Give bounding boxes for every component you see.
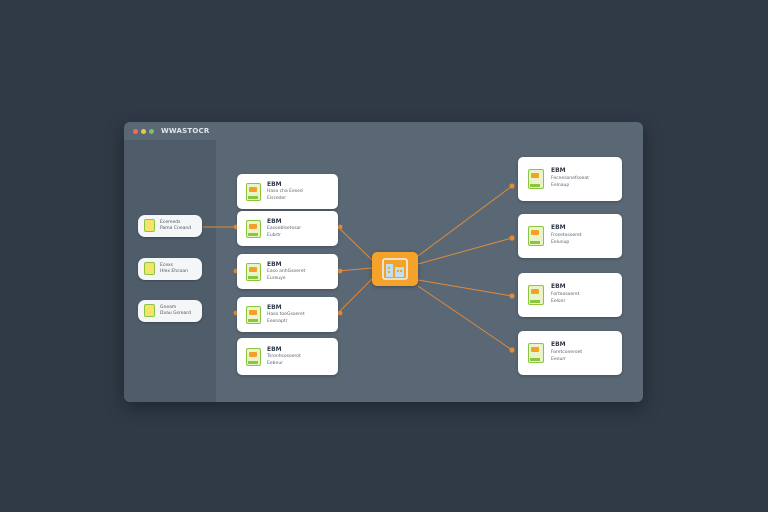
- node-line2: Eelunup: [551, 240, 570, 245]
- document-icon: [528, 169, 544, 189]
- title-bar: WWASTOCR: [124, 122, 643, 140]
- node-line1: Forteosoeret: [551, 292, 580, 297]
- node-title: EBM: [551, 341, 566, 348]
- document-icon: [246, 263, 261, 281]
- sidebar-item[interactable]: Ecemeds Pama Cneand: [138, 215, 202, 237]
- sidebar-item-label: Ecemeds: [160, 220, 181, 225]
- right-node[interactable]: EBM Frosetosoeret Eelunup: [518, 214, 622, 258]
- sidebar-item[interactable]: Ecexs Hlex Ehcoan: [138, 258, 202, 280]
- node-line1: Easoeblsetosar: [267, 226, 302, 231]
- hub-node[interactable]: [372, 252, 418, 286]
- document-icon: [528, 343, 544, 363]
- close-dot[interactable]: [133, 128, 138, 134]
- left-node[interactable]: EBM Easoeblsetosar Eubrtr: [237, 211, 338, 246]
- file-icon: [144, 262, 155, 275]
- document-icon: [528, 226, 544, 246]
- left-node[interactable]: EBM Haso toeGsoeret Eeonaptr: [237, 297, 338, 332]
- sidebar-item-label: Ecexs: [160, 263, 174, 268]
- node-line1: Frosetosoeret: [551, 233, 582, 238]
- node-title: EBM: [551, 283, 566, 290]
- node-title: EBM: [267, 181, 282, 188]
- node-line2: Eisceder: [267, 196, 287, 201]
- node-line1: Tsronhsosoerot: [267, 354, 301, 359]
- minimize-dot[interactable]: [141, 128, 146, 134]
- node-line2: Eeonaptr: [267, 319, 288, 324]
- file-icon: [144, 219, 155, 232]
- document-icon: [246, 183, 261, 201]
- node-line2: Eubrtr: [267, 233, 282, 238]
- file-icon: [144, 304, 155, 317]
- sidebar-item[interactable]: Gneam Dvau Gsreard: [138, 300, 202, 322]
- node-title: EBM: [267, 261, 282, 268]
- sidebar-item-sublabel: Pama Cneand: [160, 226, 192, 231]
- node-line1: Haso toeGsoeret: [267, 312, 305, 317]
- node-title: EBM: [267, 218, 282, 225]
- left-node[interactable]: EBM Tsronhsosoerot Eebnur: [237, 338, 338, 375]
- node-line2: Eebnur: [267, 361, 284, 366]
- node-line2: Eureuye: [267, 276, 286, 281]
- node-line1: Easo anhGsoeret: [267, 269, 306, 274]
- node-line1: Fecnesonefsoeat: [551, 176, 589, 181]
- document-icon: [246, 306, 261, 324]
- node-line1: Haso cha Eesed: [267, 189, 303, 194]
- node-line2: Eenurr: [551, 357, 566, 362]
- node-title: EBM: [267, 304, 282, 311]
- node-line2: Eelnaup: [551, 183, 570, 188]
- maximize-dot[interactable]: [149, 128, 154, 134]
- node-line2: Eelonr: [551, 299, 566, 304]
- sidebar-item-sublabel: Dvau Gsreard: [160, 311, 191, 316]
- window-title: WWASTOCR: [161, 127, 210, 135]
- right-node[interactable]: EBM Forteosoeret Eelonr: [518, 273, 622, 317]
- node-title: EBM: [551, 167, 566, 174]
- document-icon: [246, 220, 261, 238]
- building-icon: [382, 258, 408, 280]
- sidebar-item-label: Gneam: [160, 305, 177, 310]
- right-node[interactable]: EBM Faretconeroet Eenurr: [518, 331, 622, 375]
- node-line1: Faretconeroet: [551, 350, 583, 355]
- document-icon: [528, 285, 544, 305]
- document-icon: [246, 348, 261, 366]
- sidebar-item-sublabel: Hlex Ehcoan: [160, 269, 188, 274]
- node-title: EBM: [267, 346, 282, 353]
- node-title: EBM: [551, 224, 566, 231]
- left-node[interactable]: EBM Haso cha Eesed Eisceder: [237, 174, 338, 209]
- right-node[interactable]: EBM Fecnesonefsoeat Eelnaup: [518, 157, 622, 201]
- left-node[interactable]: EBM Easo anhGsoeret Eureuye: [237, 254, 338, 289]
